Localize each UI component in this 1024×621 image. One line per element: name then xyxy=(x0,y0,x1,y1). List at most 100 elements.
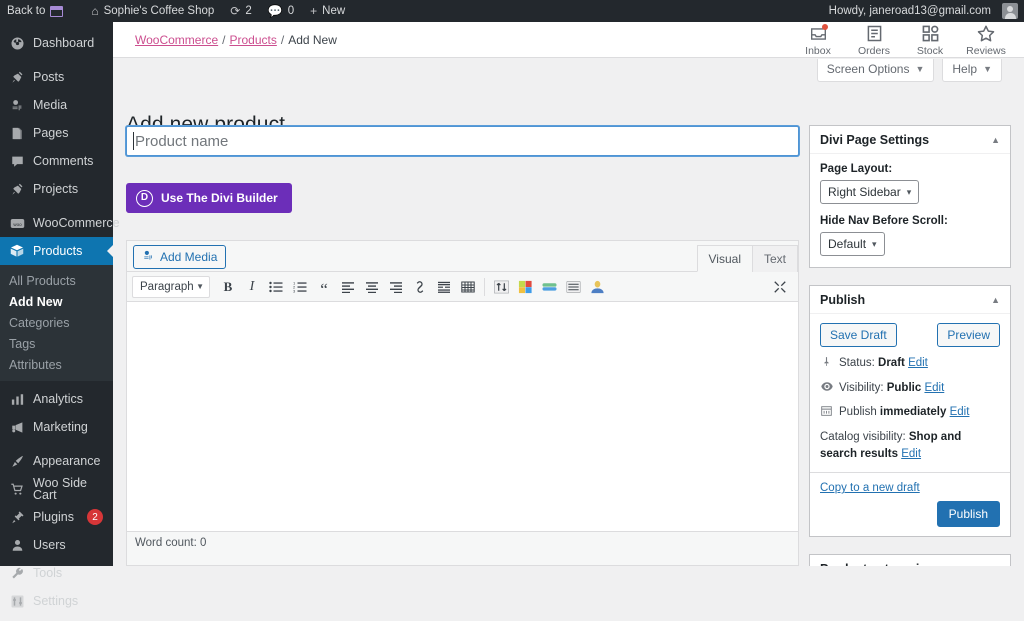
woo-nav-stock[interactable]: Stock xyxy=(902,23,958,57)
page-layout-select[interactable]: Right Sidebar ▾ xyxy=(820,180,919,204)
fullscreen-icon[interactable] xyxy=(770,277,790,297)
products-submenu: All Products Add New Categories Tags Att… xyxy=(0,265,113,381)
editor-status-bar: Word count: 0 xyxy=(127,532,798,554)
copy-to-new-draft-link[interactable]: Copy to a new draft xyxy=(820,482,1000,494)
bold-icon[interactable]: B xyxy=(217,276,239,298)
read-more-icon[interactable] xyxy=(433,276,455,298)
woo-nav-reviews[interactable]: Reviews xyxy=(958,23,1014,57)
save-draft-button[interactable]: Save Draft xyxy=(820,323,897,347)
submenu-item-all-products[interactable]: All Products xyxy=(0,270,113,291)
tab-visual[interactable]: Visual xyxy=(697,245,753,272)
sidebar-item-products[interactable]: Products xyxy=(0,237,113,265)
my-account-menu[interactable]: Howdy, janeroad13@gmail.com xyxy=(821,0,1024,22)
divi-page-settings-header[interactable]: Divi Page Settings ▲ xyxy=(810,126,1010,154)
sidebar-item-pages[interactable]: Pages xyxy=(0,119,113,147)
schedule-edit-link[interactable]: Edit xyxy=(950,406,970,418)
lines-icon[interactable] xyxy=(562,276,584,298)
sidebar-item-posts[interactable]: Posts xyxy=(0,63,113,91)
sidebar-item-media[interactable]: Media xyxy=(0,91,113,119)
hide-nav-label: Hide Nav Before Scroll: xyxy=(820,215,1000,227)
chevron-up-icon[interactable]: ▲ xyxy=(991,135,1000,145)
woo-icon: woo xyxy=(9,215,25,231)
sidebar-item-tools[interactable]: Tools xyxy=(0,559,113,587)
comments-link[interactable]: 💬 0 xyxy=(260,0,302,22)
schedule-value: immediately xyxy=(880,406,946,418)
numbered-list-icon[interactable]: 123 xyxy=(289,276,311,298)
align-right-icon[interactable] xyxy=(385,276,407,298)
plugins-update-badge: 2 xyxy=(87,509,103,525)
sidebar-item-marketing[interactable]: Marketing xyxy=(0,413,113,441)
sort-arrows-icon[interactable] xyxy=(490,276,512,298)
editor-mode-tabs: Visual Text xyxy=(698,245,798,272)
breadcrumb-link-woocommerce[interactable]: WooCommerce xyxy=(135,33,218,47)
woo-nav-orders[interactable]: Orders xyxy=(846,23,902,57)
sidebar-item-label: Settings xyxy=(33,595,78,608)
sidebar-item-projects[interactable]: Projects xyxy=(0,175,113,203)
text-cursor xyxy=(133,132,134,150)
chevron-down-icon: ▼ xyxy=(983,64,992,74)
sidebar-item-label: Users xyxy=(33,539,66,552)
breadcrumb-current: Add New xyxy=(288,33,337,47)
sidebar-item-analytics[interactable]: Analytics xyxy=(0,385,113,413)
sidebar-item-appearance[interactable]: Appearance xyxy=(0,447,113,475)
visibility-edit-link[interactable]: Edit xyxy=(924,382,944,394)
bulleted-list-icon[interactable] xyxy=(265,276,287,298)
publish-button[interactable]: Publish xyxy=(937,501,1000,527)
hide-nav-select[interactable]: Default ▾ xyxy=(820,232,885,256)
align-left-icon[interactable] xyxy=(337,276,359,298)
chevron-up-icon[interactable]: ▲ xyxy=(991,295,1000,305)
submenu-item-attributes[interactable]: Attributes xyxy=(0,354,113,375)
help-label: Help xyxy=(952,62,977,76)
layout-bars-icon[interactable] xyxy=(538,276,560,298)
align-center-icon[interactable] xyxy=(361,276,383,298)
toolbar-divider xyxy=(484,278,485,296)
calendar-icon xyxy=(820,404,833,416)
divi-logo-icon: D xyxy=(136,190,153,207)
use-divi-builder-button[interactable]: D Use The Divi Builder xyxy=(126,183,292,213)
wrench-icon xyxy=(9,565,25,581)
preview-button[interactable]: Preview xyxy=(937,323,1000,347)
back-to-button[interactable]: Back to xyxy=(0,0,71,22)
toolbar-toggle-icon[interactable] xyxy=(457,276,479,298)
woo-nav-inbox[interactable]: Inbox xyxy=(790,23,846,57)
product-categories-header[interactable]: Product categories ▲ xyxy=(810,555,1010,566)
sidebar-item-woocommerce[interactable]: woo WooCommerce xyxy=(0,209,113,237)
submenu-item-add-new[interactable]: Add New xyxy=(0,291,113,312)
italic-icon[interactable]: I xyxy=(241,276,263,298)
product-title-input[interactable] xyxy=(126,126,799,156)
person-badge-icon[interactable] xyxy=(586,276,608,298)
sidebar-item-label: Pages xyxy=(33,127,68,140)
main-content-area: Add new product D Use The Divi Builder A… xyxy=(113,58,1024,566)
sidebar-item-label: WooCommerce xyxy=(33,217,120,230)
tab-text[interactable]: Text xyxy=(752,245,798,272)
sidebar-item-users[interactable]: Users xyxy=(0,531,113,559)
back-to-label: Back to xyxy=(7,5,45,17)
sidebar-item-dashboard[interactable]: Dashboard xyxy=(0,29,113,57)
sidebar-item-comments[interactable]: Comments xyxy=(0,147,113,175)
publish-panel-header[interactable]: Publish ▲ xyxy=(810,286,1010,314)
breadcrumb-link-products[interactable]: Products xyxy=(229,33,276,47)
submenu-item-tags[interactable]: Tags xyxy=(0,333,113,354)
color-blocks-icon[interactable] xyxy=(514,276,536,298)
add-media-button[interactable]: Add Media xyxy=(133,245,226,269)
eye-icon xyxy=(820,380,833,392)
updates-link[interactable]: ⟳ 2 xyxy=(222,0,259,22)
status-edit-link[interactable]: Edit xyxy=(908,357,928,369)
sidebar-item-woo-side-cart[interactable]: Woo Side Cart xyxy=(0,475,113,503)
submenu-item-categories[interactable]: Categories xyxy=(0,312,113,333)
editor-content-area[interactable] xyxy=(127,302,798,532)
site-name-link[interactable]: ⌂ Sophie's Coffee Shop xyxy=(83,0,222,22)
catalog-edit-link[interactable]: Edit xyxy=(901,448,921,460)
insert-link-icon[interactable] xyxy=(409,276,431,298)
avatar xyxy=(1002,3,1018,19)
sidebar-item-settings[interactable]: Settings xyxy=(0,587,113,615)
stock-icon xyxy=(921,25,939,43)
paragraph-format-select[interactable]: Paragraph ▼ xyxy=(132,276,210,298)
blockquote-icon[interactable]: “ xyxy=(313,276,335,298)
help-button[interactable]: Help ▼ xyxy=(942,59,1002,82)
svg-text:3: 3 xyxy=(293,288,296,293)
sidebar-item-label: Tools xyxy=(33,567,62,580)
new-content-button[interactable]: + New xyxy=(302,0,353,22)
screen-options-button[interactable]: Screen Options ▼ xyxy=(817,59,935,82)
sidebar-item-plugins[interactable]: Plugins 2 xyxy=(0,503,113,531)
